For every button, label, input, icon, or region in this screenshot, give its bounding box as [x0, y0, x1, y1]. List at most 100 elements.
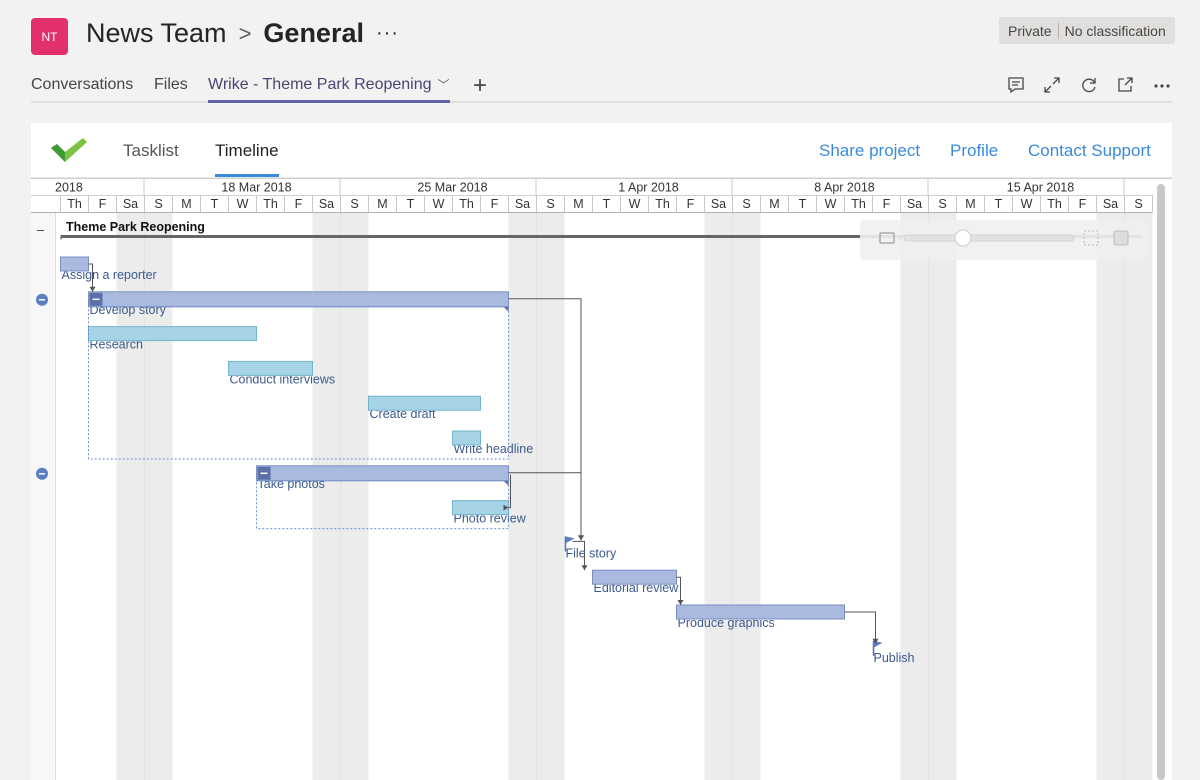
- active-tab-underline: [215, 174, 279, 177]
- more-icon[interactable]: [1151, 74, 1173, 96]
- day-label: S: [154, 197, 162, 211]
- weekend-column: [928, 208, 957, 780]
- contact-support-link[interactable]: Contact Support: [1028, 141, 1151, 161]
- tab-wrike[interactable]: Wrike - Theme Park Reopening ﹀: [208, 76, 450, 103]
- task-label[interactable]: File story: [566, 546, 617, 560]
- weekend-column: [1096, 208, 1125, 780]
- day-label: Th: [263, 197, 278, 211]
- day-label: T: [407, 197, 415, 211]
- day-label: Th: [67, 197, 82, 211]
- fit-icon[interactable]: [1083, 230, 1099, 246]
- day-label: Sa: [1103, 197, 1118, 211]
- task-bar[interactable]: [88, 326, 257, 342]
- tabs-baseline: [31, 101, 1172, 103]
- day-label: S: [546, 197, 554, 211]
- collapse-project-icon[interactable]: –: [37, 223, 44, 237]
- tab-conversations[interactable]: Conversations: [31, 76, 133, 94]
- task-group-bar[interactable]: [88, 291, 509, 308]
- zoom-out-icon[interactable]: [879, 232, 895, 244]
- team-header: NT News Team > General ··· Private No cl…: [0, 0, 1200, 66]
- day-label: W: [237, 197, 249, 211]
- tab-timeline[interactable]: Timeline: [215, 141, 279, 177]
- conversation-icon[interactable]: [1005, 74, 1027, 96]
- week-label: 18 Mar 2018: [221, 181, 291, 195]
- zoom-slider[interactable]: [860, 220, 1148, 260]
- channel-more-icon[interactable]: ···: [376, 22, 399, 45]
- weekend-column: [900, 208, 929, 780]
- day-label: Th: [1047, 197, 1062, 211]
- share-project-link[interactable]: Share project: [819, 141, 920, 161]
- profile-link[interactable]: Profile: [950, 141, 998, 161]
- day-label: W: [825, 197, 837, 211]
- day-label: S: [938, 197, 946, 211]
- gantt-chart[interactable]: Th F Sa S M T W Th F Sa S M T W Th F Sa S M T W Th F Sa S M T W Th F S…: [31, 178, 1172, 780]
- tab-tasklist[interactable]: Tasklist: [123, 141, 179, 161]
- day-label: T: [211, 197, 219, 211]
- task-bar[interactable]: [368, 395, 481, 411]
- add-tab-button[interactable]: +: [473, 72, 487, 100]
- day-label: S: [1134, 197, 1142, 211]
- team-name[interactable]: News Team: [86, 18, 227, 49]
- task-label[interactable]: Publish: [874, 651, 915, 665]
- fullscreen-icon[interactable]: [1113, 230, 1129, 246]
- wrike-check-icon[interactable]: [49, 136, 89, 169]
- day-label: Sa: [711, 197, 726, 211]
- weekend-column: [1124, 208, 1153, 780]
- day-label: F: [1079, 197, 1087, 211]
- zoom-handle[interactable]: [954, 229, 972, 247]
- expand-icon[interactable]: [1041, 74, 1063, 96]
- team-avatar[interactable]: NT: [31, 18, 68, 55]
- zoom-track[interactable]: [903, 234, 1075, 242]
- popout-icon[interactable]: [1114, 74, 1136, 96]
- channel-name[interactable]: General: [263, 18, 364, 49]
- day-label: Th: [851, 197, 866, 211]
- task-bar[interactable]: [60, 256, 89, 272]
- task-bar[interactable]: [452, 500, 509, 516]
- day-label: T: [799, 197, 807, 211]
- divider: [1057, 22, 1059, 39]
- wrike-app: Tasklist Timeline Share project Profile …: [31, 123, 1172, 780]
- tab-timeline-label: Timeline: [215, 141, 279, 160]
- project-name: Theme Park Reopening: [66, 220, 205, 234]
- day-label: Th: [459, 197, 474, 211]
- weekend-column: [704, 208, 733, 780]
- task-bar[interactable]: [228, 360, 313, 376]
- group-bar-end: [503, 306, 509, 312]
- milestone-flag-icon[interactable]: [565, 536, 575, 544]
- task-bar[interactable]: [452, 430, 481, 446]
- chevron-down-icon[interactable]: ﹀: [438, 78, 450, 92]
- day-label: T: [995, 197, 1003, 211]
- day-label: M: [573, 197, 583, 211]
- vertical-scrollbar[interactable]: [1157, 184, 1165, 780]
- weekend-column: [536, 208, 565, 780]
- day-label: F: [687, 197, 695, 211]
- week-label: 1 Apr 2018: [618, 181, 679, 195]
- active-tab-underline: [208, 100, 450, 103]
- day-label: M: [181, 197, 191, 211]
- classification-label: No classification: [1064, 22, 1166, 39]
- day-label: M: [965, 197, 975, 211]
- task-group-bar[interactable]: [256, 465, 509, 482]
- zoom-panel: [860, 220, 1148, 260]
- day-label: Th: [655, 197, 670, 211]
- task-bar[interactable]: [592, 569, 677, 585]
- day-label: Sa: [907, 197, 922, 211]
- day-label: W: [433, 197, 445, 211]
- chevron-right-icon: >: [238, 20, 252, 46]
- privacy-label: Private: [1008, 22, 1052, 39]
- day-label: W: [1021, 197, 1033, 211]
- day-label: F: [491, 197, 499, 211]
- week-label: 2018: [55, 181, 83, 195]
- task-bar[interactable]: [676, 604, 845, 620]
- day-label: Sa: [515, 197, 530, 211]
- refresh-icon[interactable]: [1078, 74, 1100, 96]
- arrow-head: [89, 286, 96, 292]
- week-label: 25 Mar 2018: [417, 181, 487, 195]
- day-label: F: [883, 197, 891, 211]
- day-label: F: [295, 197, 303, 211]
- group-bar-end: [503, 480, 509, 486]
- tab-files[interactable]: Files: [154, 76, 188, 94]
- week-label: 8 Apr 2018: [814, 181, 875, 195]
- tab-wrike-label: Wrike - Theme Park Reopening: [208, 76, 432, 93]
- day-label: S: [350, 197, 358, 211]
